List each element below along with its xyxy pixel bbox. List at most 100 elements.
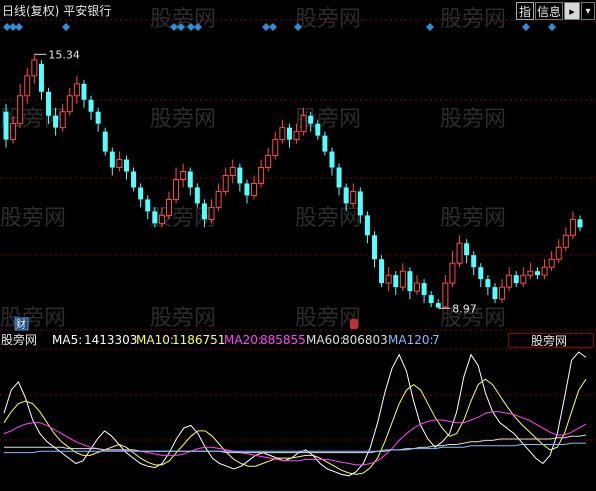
ma20-value: 885855 bbox=[260, 333, 306, 347]
indicator-dropdown[interactable]: 股旁网 bbox=[508, 333, 594, 348]
candle-body bbox=[187, 171, 193, 188]
candle-body bbox=[194, 187, 200, 204]
candle-body bbox=[244, 183, 250, 196]
candle-body bbox=[272, 139, 279, 157]
header-title: 日线(复权) 平安银行 bbox=[2, 2, 111, 19]
watermark-text: 股旁网 bbox=[0, 306, 66, 331]
watermark-text: 股旁网 bbox=[295, 206, 361, 231]
stock-chart[interactable]: 股旁网 股旁网 股旁网股旁网 股旁网 股旁网 股旁网股旁网 股旁网 股旁网 股旁网股旁网 股旁网股… bbox=[0, 0, 596, 491]
stock-name: 平安银行 bbox=[63, 4, 112, 18]
candle-body bbox=[414, 282, 421, 292]
candle-body bbox=[66, 95, 73, 113]
ma60-value: 806803 bbox=[342, 333, 388, 347]
candle-body bbox=[449, 262, 456, 284]
candle-body bbox=[46, 91, 52, 116]
candle-body bbox=[435, 303, 441, 308]
candle-body bbox=[102, 131, 108, 152]
candle-body bbox=[145, 199, 151, 212]
candle-body bbox=[442, 282, 449, 308]
candle-body bbox=[520, 274, 527, 284]
candle-body bbox=[371, 235, 377, 260]
candle-body bbox=[527, 270, 534, 276]
candle-body bbox=[485, 279, 491, 288]
candle-body bbox=[123, 159, 129, 172]
candle-body bbox=[17, 95, 24, 125]
candle-body bbox=[421, 283, 427, 296]
candle-body bbox=[131, 171, 137, 188]
candle-body bbox=[350, 190, 357, 204]
candle-body bbox=[73, 83, 80, 97]
watermark-text: 股旁网 bbox=[295, 7, 361, 32]
candle-body bbox=[201, 203, 207, 220]
candle-body bbox=[180, 171, 187, 180]
candle-body bbox=[258, 167, 265, 184]
candle-body bbox=[407, 271, 413, 292]
candle-body bbox=[562, 234, 569, 248]
ma5-label: MA5: bbox=[52, 333, 83, 347]
watermark-text: 股旁网 bbox=[0, 206, 66, 231]
candle-body bbox=[158, 214, 165, 224]
candle-body bbox=[251, 182, 258, 196]
candle-body bbox=[534, 271, 540, 276]
candle-body bbox=[215, 190, 222, 208]
candle-body bbox=[222, 175, 229, 192]
candle-body bbox=[478, 267, 484, 280]
candle-body bbox=[279, 127, 286, 141]
candle-body bbox=[541, 266, 548, 276]
candle-body bbox=[471, 255, 477, 268]
candle-body bbox=[513, 275, 519, 284]
watermark-text: 股旁网 bbox=[440, 206, 506, 231]
candle-body bbox=[31, 59, 38, 77]
watermark-text: 股旁网 bbox=[150, 306, 216, 331]
candle-body bbox=[109, 151, 115, 168]
high-price-label: 15.34 bbox=[48, 48, 80, 61]
candle-body bbox=[300, 115, 307, 133]
candle-body bbox=[53, 115, 59, 128]
ma5-value: 1413303 bbox=[84, 333, 138, 347]
candle-body bbox=[293, 131, 300, 141]
candle-body bbox=[548, 258, 555, 268]
candle-body bbox=[343, 187, 349, 204]
candle-body bbox=[492, 287, 498, 300]
candle-body bbox=[464, 243, 470, 256]
candle-body bbox=[308, 115, 314, 124]
candle-body bbox=[577, 219, 583, 228]
candle-body bbox=[229, 167, 236, 177]
candle-body bbox=[393, 275, 399, 288]
event-flag-icon bbox=[350, 319, 358, 329]
arrow-right-icon[interactable]: ▸ bbox=[564, 2, 580, 20]
candle-body bbox=[569, 218, 576, 236]
candle-body bbox=[265, 155, 272, 169]
ma10-value: 1186751 bbox=[172, 333, 226, 347]
index-button[interactable]: 指 bbox=[516, 2, 534, 20]
candle-body bbox=[385, 274, 392, 284]
candle-body bbox=[237, 167, 243, 184]
candle-body bbox=[208, 206, 215, 220]
candle-body bbox=[24, 75, 31, 97]
candle-body bbox=[499, 286, 506, 300]
watermark-text: 股旁网 bbox=[440, 107, 506, 132]
candle-body bbox=[329, 151, 335, 168]
period-adjust-label[interactable]: 日线(复权) bbox=[2, 4, 59, 18]
ma120-label: MA120: bbox=[388, 333, 434, 347]
candle-body bbox=[165, 198, 172, 216]
indicator-name[interactable]: 股旁网 bbox=[1, 332, 37, 349]
candle-body bbox=[399, 270, 406, 288]
candle-body bbox=[173, 178, 180, 200]
candle-body bbox=[81, 83, 87, 100]
candle-body bbox=[322, 135, 328, 152]
candle-body bbox=[10, 123, 17, 141]
ma60-label: MA60: bbox=[306, 333, 344, 347]
finance-badge-text: 财 bbox=[16, 318, 26, 331]
candle-body bbox=[555, 246, 562, 260]
low-price-label: 8.97 bbox=[452, 302, 477, 315]
candle-body bbox=[336, 167, 342, 188]
candle-body bbox=[3, 111, 9, 140]
indicator-bar: 股旁网 MA5: 1413303 MA10: 1186751 MA20: 885… bbox=[0, 332, 596, 349]
info-button[interactable]: 信息 bbox=[535, 2, 563, 20]
candle-body bbox=[456, 242, 463, 264]
candle-body bbox=[364, 215, 370, 236]
ma120-value: 7 bbox=[432, 333, 440, 347]
chevron-down-icon[interactable]: ▾ bbox=[581, 2, 595, 20]
candle-body bbox=[38, 63, 44, 92]
